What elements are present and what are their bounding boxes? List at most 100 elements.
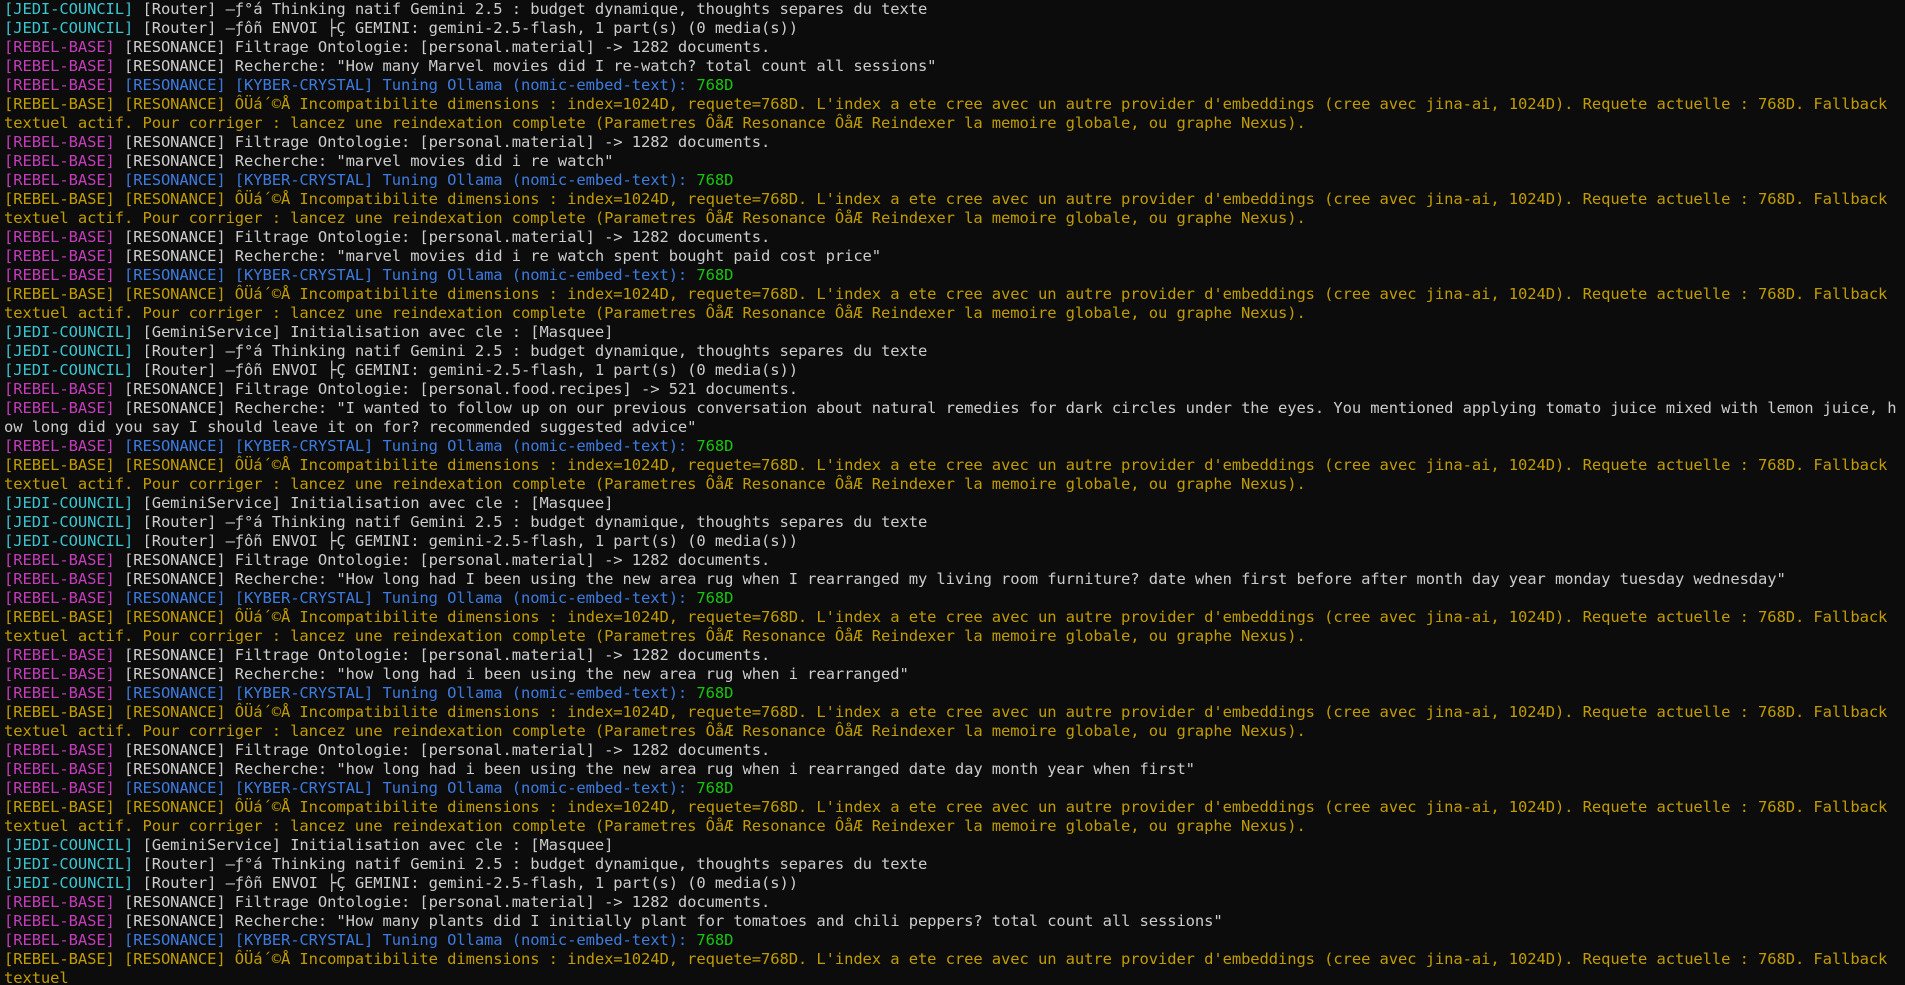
log-segment: [GeminiService] Initialisation avec cle …	[142, 494, 614, 512]
log-segment: [RESONANCE] Recherche: "how long had i b…	[124, 760, 1195, 778]
log-line: [REBEL-BASE] [RESONANCE] [KYBER-CRYSTAL]…	[4, 589, 1901, 608]
log-line: [REBEL-BASE] [RESONANCE] Filtrage Ontolo…	[4, 228, 1901, 247]
log-segment: [REBEL-BASE]	[4, 380, 125, 398]
log-segment: 768D	[696, 931, 734, 949]
log-line: [JEDI-COUNCIL] [Router] –ƒ°á Thinking na…	[4, 342, 1901, 361]
log-segment: [JEDI-COUNCIL]	[4, 19, 143, 37]
log-line: [REBEL-BASE] [RESONANCE] Filtrage Ontolo…	[4, 741, 1901, 760]
log-segment: [RESONANCE] [KYBER-CRYSTAL] Tuning Ollam…	[124, 684, 697, 702]
log-line: [REBEL-BASE] [RESONANCE] Recherche: "mar…	[4, 247, 1901, 266]
log-line: [REBEL-BASE] [RESONANCE] Recherche: "how…	[4, 760, 1901, 779]
log-segment: [Router] –ƒôñ ENVOI ├Ç GEMINI: gemini-2.…	[142, 361, 798, 379]
log-segment: [JEDI-COUNCIL]	[4, 874, 143, 892]
log-segment: [REBEL-BASE]	[4, 741, 125, 759]
log-segment: [REBEL-BASE]	[4, 190, 125, 208]
log-segment: [REBEL-BASE]	[4, 570, 125, 588]
log-segment: 768D	[696, 589, 734, 607]
log-line: [REBEL-BASE] [RESONANCE] Recherche: "How…	[4, 570, 1901, 589]
log-segment: [Router] –ƒôñ ENVOI ├Ç GEMINI: gemini-2.…	[142, 874, 798, 892]
log-segment: [RESONANCE] ÔÜá´©Å Incompatibilite dimen…	[4, 456, 1897, 493]
log-segment: [REBEL-BASE]	[4, 551, 125, 569]
log-segment: [REBEL-BASE]	[4, 228, 125, 246]
log-line: [REBEL-BASE] [RESONANCE] ÔÜá´©Å Incompat…	[4, 456, 1901, 494]
log-segment: 768D	[696, 171, 734, 189]
log-segment: [Router] –ƒ°á Thinking natif Gemini 2.5 …	[142, 0, 928, 18]
log-segment: [REBEL-BASE]	[4, 456, 125, 474]
log-line: [REBEL-BASE] [RESONANCE] ÔÜá´©Å Incompat…	[4, 798, 1901, 836]
log-line: [REBEL-BASE] [RESONANCE] Recherche: "how…	[4, 665, 1901, 684]
log-segment: [REBEL-BASE]	[4, 247, 125, 265]
log-segment: [RESONANCE] Recherche: "How long had I b…	[124, 570, 1786, 588]
log-line: [REBEL-BASE] [RESONANCE] [KYBER-CRYSTAL]…	[4, 437, 1901, 456]
log-segment: [RESONANCE] ÔÜá´©Å Incompatibilite dimen…	[4, 95, 1897, 132]
log-segment: [REBEL-BASE]	[4, 152, 125, 170]
log-segment: [RESONANCE] ÔÜá´©Å Incompatibilite dimen…	[4, 798, 1897, 835]
log-segment: [RESONANCE] ÔÜá´©Å Incompatibilite dimen…	[4, 285, 1897, 322]
log-segment: [RESONANCE] Filtrage Ontologie: [persona…	[124, 228, 771, 246]
log-line: [JEDI-COUNCIL] [GeminiService] Initialis…	[4, 494, 1901, 513]
log-segment: [REBEL-BASE]	[4, 133, 125, 151]
log-segment: [RESONANCE] Filtrage Ontologie: [persona…	[124, 380, 798, 398]
log-line: [REBEL-BASE] [RESONANCE] ÔÜá´©Å Incompat…	[4, 703, 1901, 741]
log-line: [REBEL-BASE] [RESONANCE] Filtrage Ontolo…	[4, 38, 1901, 57]
log-segment: [RESONANCE] ÔÜá´©Å Incompatibilite dimen…	[4, 703, 1897, 740]
log-segment: 768D	[696, 779, 734, 797]
log-segment: [REBEL-BASE]	[4, 76, 125, 94]
log-line: [REBEL-BASE] [RESONANCE] ÔÜá´©Å Incompat…	[4, 950, 1901, 985]
log-segment: [REBEL-BASE]	[4, 608, 125, 626]
log-segment: 768D	[696, 684, 734, 702]
log-segment: [REBEL-BASE]	[4, 437, 125, 455]
log-line: [JEDI-COUNCIL] [Router] –ƒôñ ENVOI ├Ç GE…	[4, 19, 1901, 38]
log-line: [REBEL-BASE] [RESONANCE] ÔÜá´©Å Incompat…	[4, 190, 1901, 228]
log-segment: [RESONANCE] Recherche: "How many Marvel …	[124, 57, 937, 75]
log-segment: [JEDI-COUNCIL]	[4, 836, 143, 854]
log-line: [JEDI-COUNCIL] [Router] –ƒôñ ENVOI ├Ç GE…	[4, 361, 1901, 380]
log-segment: [REBEL-BASE]	[4, 38, 125, 56]
log-segment: 768D	[696, 266, 734, 284]
log-segment: [JEDI-COUNCIL]	[4, 0, 143, 18]
log-segment: [REBEL-BASE]	[4, 589, 125, 607]
log-segment: [Router] –ƒ°á Thinking natif Gemini 2.5 …	[142, 342, 928, 360]
log-line: [REBEL-BASE] [RESONANCE] [KYBER-CRYSTAL]…	[4, 931, 1901, 950]
log-segment: [Router] –ƒôñ ENVOI ├Ç GEMINI: gemini-2.…	[142, 19, 798, 37]
log-line: [REBEL-BASE] [RESONANCE] ÔÜá´©Å Incompat…	[4, 285, 1901, 323]
log-segment: [REBEL-BASE]	[4, 950, 125, 968]
log-segment: [REBEL-BASE]	[4, 703, 125, 721]
log-segment: [RESONANCE] ÔÜá´©Å Incompatibilite dimen…	[4, 950, 1897, 985]
log-segment: [REBEL-BASE]	[4, 399, 125, 417]
log-segment: [REBEL-BASE]	[4, 266, 125, 284]
log-line: [REBEL-BASE] [RESONANCE] Recherche: "How…	[4, 912, 1901, 931]
log-segment: [JEDI-COUNCIL]	[4, 323, 143, 341]
log-line: [JEDI-COUNCIL] [GeminiService] Initialis…	[4, 836, 1901, 855]
log-segment: [JEDI-COUNCIL]	[4, 855, 143, 873]
log-segment: [RESONANCE] [KYBER-CRYSTAL] Tuning Ollam…	[124, 76, 697, 94]
log-segment: 768D	[696, 76, 734, 94]
log-segment: [RESONANCE] [KYBER-CRYSTAL] Tuning Ollam…	[124, 589, 697, 607]
log-segment: [REBEL-BASE]	[4, 779, 125, 797]
log-line: [REBEL-BASE] [RESONANCE] Recherche: "I w…	[4, 399, 1901, 437]
log-segment: [REBEL-BASE]	[4, 285, 125, 303]
log-line: [REBEL-BASE] [RESONANCE] Filtrage Ontolo…	[4, 893, 1901, 912]
log-segment: [RESONANCE] Recherche: "How many plants …	[124, 912, 1223, 930]
log-line: [JEDI-COUNCIL] [Router] –ƒôñ ENVOI ├Ç GE…	[4, 532, 1901, 551]
log-segment: [Router] –ƒ°á Thinking natif Gemini 2.5 …	[142, 513, 928, 531]
log-segment: [Router] –ƒôñ ENVOI ├Ç GEMINI: gemini-2.…	[142, 532, 798, 550]
log-segment: [REBEL-BASE]	[4, 893, 125, 911]
log-line: [REBEL-BASE] [RESONANCE] Filtrage Ontolo…	[4, 551, 1901, 570]
log-segment: [RESONANCE] ÔÜá´©Å Incompatibilite dimen…	[4, 190, 1897, 227]
log-segment: [REBEL-BASE]	[4, 912, 125, 930]
log-line: [JEDI-COUNCIL] [Router] –ƒ°á Thinking na…	[4, 513, 1901, 532]
log-segment: [REBEL-BASE]	[4, 57, 125, 75]
log-line: [REBEL-BASE] [RESONANCE] ÔÜá´©Å Incompat…	[4, 608, 1901, 646]
log-segment: [RESONANCE] [KYBER-CRYSTAL] Tuning Ollam…	[124, 437, 697, 455]
log-segment: [GeminiService] Initialisation avec cle …	[142, 323, 614, 341]
log-segment: [JEDI-COUNCIL]	[4, 361, 143, 379]
log-segment: [RESONANCE] [KYBER-CRYSTAL] Tuning Ollam…	[124, 171, 697, 189]
log-segment: [REBEL-BASE]	[4, 646, 125, 664]
terminal-output[interactable]: [JEDI-COUNCIL] [Router] –ƒ°á Thinking na…	[0, 0, 1905, 985]
log-line: [REBEL-BASE] [RESONANCE] [KYBER-CRYSTAL]…	[4, 266, 1901, 285]
log-line: [JEDI-COUNCIL] [Router] –ƒôñ ENVOI ├Ç GE…	[4, 874, 1901, 893]
log-line: [JEDI-COUNCIL] [GeminiService] Initialis…	[4, 323, 1901, 342]
log-segment: [RESONANCE] Filtrage Ontologie: [persona…	[124, 38, 771, 56]
log-segment: [Router] –ƒ°á Thinking natif Gemini 2.5 …	[142, 855, 928, 873]
